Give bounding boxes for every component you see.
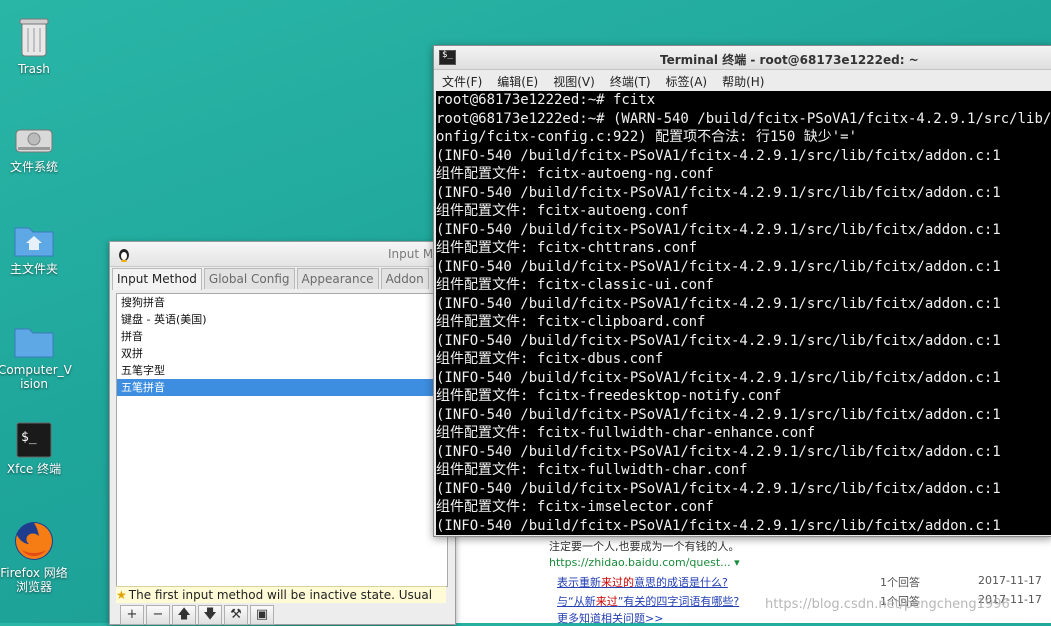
tab-addon[interactable]: Addon — [380, 268, 429, 289]
terminal-line: (INFO-540 /build/fcitx-PSoVA1/fcitx-4.2.… — [436, 184, 1001, 201]
tab-input-method[interactable]: Input Method — [112, 268, 202, 290]
watermark: https://blog.csdn.net/pengcheng1996 — [765, 597, 1010, 612]
terminal-title-bar[interactable]: $_ Terminal 终端 - root@68173e1222ed: ~ — [434, 46, 1051, 70]
desktop-icon-label: Trash — [18, 62, 50, 76]
terminal-line: (INFO-540 /build/fcitx-PSoVA1/fcitx-4.2.… — [436, 221, 1001, 238]
folder-icon — [14, 328, 54, 358]
terminal-line: 组件配置文件: fcitx-dbus.conf — [436, 351, 664, 367]
menu-file[interactable]: 文件(F) — [442, 73, 482, 90]
menu-terminal[interactable]: 终端(T) — [610, 73, 651, 90]
question-link-1[interactable]: 表示重新来过的意思的成语是什么? — [557, 574, 728, 590]
desktop-icon-label: 文件系统 — [9, 160, 58, 174]
add-button[interactable]: + — [120, 605, 144, 625]
result-url[interactable]: https://zhidao.baidu.com/quest... ▾ — [549, 556, 740, 569]
question-link-2[interactable]: 与“从新来过”有关的四字词语有哪些? — [557, 593, 739, 609]
terminal-line: 组件配置文件: fcitx-classic-ui.conf — [436, 277, 714, 293]
terminal-line: root@68173e1222ed:~# (WARN-540 /build/fc… — [436, 110, 1051, 127]
q2-text: 与“从新 — [557, 595, 596, 608]
terminal-line: (INFO-540 /build/fcitx-PSoVA1/fcitx-4.2.… — [436, 517, 1001, 534]
fcitx-title-bar[interactable]: Input M — [110, 242, 455, 267]
terminal-line: root@68173e1222ed:~# fcitx — [436, 92, 656, 108]
terminal-icon: $_ — [16, 422, 52, 458]
menu-view[interactable]: 视图(V) — [553, 73, 595, 90]
q1-text: 表示重新 — [557, 576, 601, 589]
q1-date: 2017-11-17 — [978, 574, 1042, 587]
desktop-icon-firefox[interactable]: Firefox 网络 浏览器 — [0, 520, 70, 594]
list-item[interactable]: 搜狗拼音 — [117, 294, 447, 311]
desktop-icon-xfce-terminal[interactable]: $_ Xfce 终端 — [0, 422, 70, 476]
terminal-window-title: Terminal 终端 - root@68173e1222ed: ~ — [660, 53, 919, 67]
terminal-app-icon: $_ — [439, 50, 456, 65]
q2-text-end: ”有关的四字词语有哪些? — [617, 595, 740, 608]
terminal-line: 组件配置文件: fcitx-freedesktop-notify.conf — [436, 388, 782, 404]
terminal-menubar: 文件(F) 编辑(E) 视图(V) 终端(T) 标签(A) 帮助(H) — [434, 70, 1051, 92]
fcitx-tabs: Input Method Global Config Appearance Ad… — [112, 268, 431, 290]
terminal-line: (INFO-540 /build/fcitx-PSoVA1/fcitx-4.2.… — [436, 258, 1001, 275]
desktop-icon-label: Xfce 终端 — [6, 462, 62, 476]
menu-edit[interactable]: 编辑(E) — [497, 73, 538, 90]
trash-icon — [19, 18, 49, 57]
terminal-line: 组件配置文件: fcitx-imselector.conf — [436, 499, 714, 515]
terminal-line: (INFO-540 /build/fcitx-PSoVA1/fcitx-4.2.… — [436, 443, 1001, 460]
terminal-line: 组件配置文件: fcitx-autoeng-ng.conf — [436, 166, 714, 182]
drive-icon — [15, 129, 53, 153]
tab-global-config[interactable]: Global Config — [203, 268, 295, 289]
search-snippet: 注定要一个人,也要成为一个有钱的人。 — [549, 540, 740, 553]
list-item[interactable]: 拼音 — [117, 328, 447, 345]
firefox-icon — [15, 522, 53, 560]
more-questions-link[interactable]: 更多知道相关问题>> — [557, 610, 663, 626]
fcitx-window-title: Input M — [388, 247, 434, 261]
terminal-line: 组件配置文件: fcitx-chttrans.conf — [436, 240, 698, 256]
terminal-line: 组件配置文件: fcitx-autoeng.conf — [436, 203, 689, 219]
star-icon: ★ — [116, 588, 127, 602]
desktop-icon-filesystem[interactable]: 文件系统 — [0, 122, 70, 174]
terminal-line: 组件配置文件: fcitx-fullwidth-char.conf — [436, 462, 748, 478]
desktop-icon-label: Firefox 网络 浏览器 — [0, 566, 68, 594]
list-item[interactable]: 键盘 - 英语(美国) — [117, 311, 447, 328]
q2-highlight: 来过 — [595, 595, 618, 608]
configure-button[interactable]: ⚒ — [224, 605, 248, 625]
terminal-line: (INFO-540 /build/fcitx-PSoVA1/fcitx-4.2.… — [436, 480, 1001, 497]
home-folder-icon — [14, 227, 54, 257]
menu-help[interactable]: 帮助(H) — [722, 73, 764, 90]
q1-highlight: 来过的 — [601, 576, 634, 589]
hint-text: The first input method will be inactive … — [128, 588, 433, 602]
q1-answer-count: 1个回答 — [880, 576, 920, 589]
fcitx-config-window: Input M Input Method Global Config Appea… — [109, 241, 456, 625]
terminal-line: 组件配置文件: fcitx-fullwidth-char-enhance.con… — [436, 425, 816, 441]
penguin-icon — [119, 249, 129, 262]
desktop-icon-home[interactable]: 主文件夹 — [0, 222, 70, 276]
terminal-line: onfig/fcitx-config.c:922) 配置项不合法: 行150 缺… — [436, 129, 858, 145]
move-down-button[interactable]: 🡇 — [198, 605, 222, 625]
tab-appearance[interactable]: Appearance — [296, 268, 379, 289]
terminal-line: (INFO-540 /build/fcitx-PSoVA1/fcitx-4.2.… — [436, 369, 1001, 386]
hint-bar: ★ The first input method will be inactive… — [116, 586, 446, 603]
terminal-line: (INFO-540 /build/fcitx-PSoVA1/fcitx-4.2.… — [436, 295, 1001, 312]
desktop-icon-label: 主文件夹 — [9, 262, 58, 276]
desktop-icon-label: Computer_V ision — [0, 363, 72, 391]
terminal-window: $_ Terminal 终端 - root@68173e1222ed: ~ 文件… — [433, 45, 1051, 537]
terminal-line: 组件配置文件: fcitx-clipboard.conf — [436, 314, 706, 330]
desktop-icon-trash[interactable]: Trash — [0, 16, 70, 76]
move-up-button[interactable]: 🡅 — [172, 605, 196, 625]
terminal-line: (INFO-540 /build/fcitx-PSoVA1/fcitx-4.2.… — [436, 147, 1001, 164]
menu-tabs[interactable]: 标签(A) — [666, 73, 708, 90]
terminal-line: (INFO-540 /build/fcitx-PSoVA1/fcitx-4.2.… — [436, 332, 1001, 349]
keyboard-layout-button[interactable]: ▣ — [250, 605, 274, 625]
q1-text-end: 意思的成语是什么? — [634, 576, 728, 589]
svg-text:$_: $_ — [21, 430, 37, 445]
terminal-output[interactable]: root@68173e1222ed:~# fcitx root@68173e122… — [436, 91, 1051, 535]
desktop-icon-computer-vision[interactable]: Computer_V ision — [0, 323, 72, 391]
input-method-list[interactable]: 搜狗拼音 键盘 - 英语(美国) 拼音 双拼 五笔字型 五笔拼音 — [116, 293, 448, 587]
list-item[interactable]: 五笔字型 — [117, 362, 447, 379]
list-item-selected[interactable]: 五笔拼音 — [117, 379, 447, 396]
terminal-line: (INFO-540 /build/fcitx-PSoVA1/fcitx-4.2.… — [436, 406, 1001, 423]
list-item[interactable]: 双拼 — [117, 345, 447, 362]
fcitx-button-bar: + − 🡅 🡇 ⚒ ▣ — [120, 605, 276, 625]
remove-button[interactable]: − — [146, 605, 170, 625]
